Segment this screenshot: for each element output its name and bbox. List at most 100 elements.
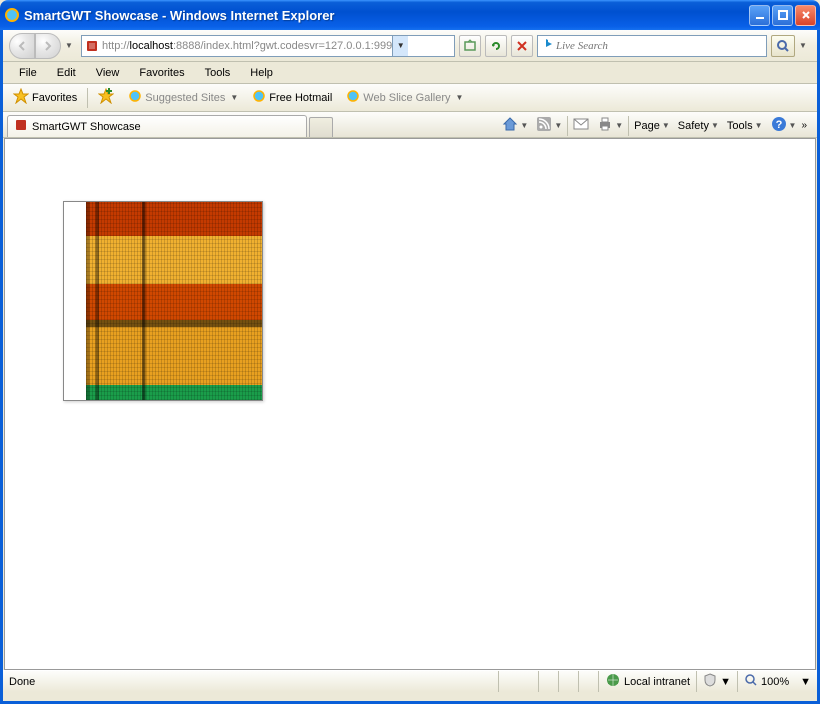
internet-zone-icon <box>605 672 621 691</box>
page-menu-button[interactable]: Page ▼ <box>631 118 673 134</box>
zoom-level: 100% <box>761 676 789 688</box>
favorites-button[interactable]: Favorites <box>9 86 81 109</box>
refresh-button[interactable] <box>485 35 507 57</box>
rss-icon <box>536 116 552 135</box>
print-button[interactable]: ▼ <box>594 114 626 137</box>
home-button[interactable]: ▼ <box>499 114 531 137</box>
menu-file[interactable]: File <box>11 65 45 81</box>
image-frame[interactable] <box>63 201 263 401</box>
page-icon <box>84 38 100 54</box>
minimize-button[interactable] <box>749 5 770 26</box>
status-progress <box>498 671 538 692</box>
bing-icon <box>542 37 556 54</box>
chevron-down-icon: ▼ <box>711 121 719 130</box>
browser-tab[interactable]: SmartGWT Showcase <box>7 115 307 137</box>
address-dropdown[interactable]: ▼ <box>392 36 408 56</box>
tools-menu-button[interactable]: Tools ▼ <box>724 118 766 134</box>
nav-history-dropdown[interactable]: ▼ <box>65 41 77 50</box>
menu-tools[interactable]: Tools <box>197 65 239 81</box>
free-hotmail-link[interactable]: Free Hotmail <box>248 87 336 108</box>
url-scheme: http:// <box>102 40 130 52</box>
ie-page-icon <box>128 89 142 106</box>
printer-icon <box>597 116 613 135</box>
navigation-bar: ▼ http://localhost:8888/index.html?gwt.c… <box>3 30 817 62</box>
safety-menu-button[interactable]: Safety ▼ <box>675 118 722 134</box>
url-host: localhost <box>130 40 173 52</box>
magnifier-icon <box>744 673 758 690</box>
ie-page-icon <box>346 89 360 106</box>
forward-button[interactable] <box>35 33 61 59</box>
tools-menu-label: Tools <box>727 120 753 132</box>
back-button[interactable] <box>9 33 35 59</box>
stop-button[interactable] <box>511 35 533 57</box>
web-slice-gallery-link[interactable]: Web Slice Gallery ▼ <box>342 87 467 108</box>
status-text: Done <box>3 671 498 692</box>
svg-text:?: ? <box>775 119 782 131</box>
safety-menu-label: Safety <box>678 120 709 132</box>
suggested-sites-label: Suggested Sites <box>145 92 225 104</box>
menu-favorites[interactable]: Favorites <box>131 65 192 81</box>
ie-logo-icon <box>4 7 20 23</box>
help-button[interactable]: ? ▼ <box>768 114 800 137</box>
suggested-sites-link[interactable]: Suggested Sites ▼ <box>124 87 242 108</box>
read-mail-button[interactable] <box>570 115 592 136</box>
address-bar[interactable]: http://localhost:8888/index.html?gwt.cod… <box>81 35 455 57</box>
menu-edit[interactable]: Edit <box>49 65 84 81</box>
favorites-label: Favorites <box>32 92 77 104</box>
favorites-bar: Favorites Suggested Sites ▼ Free Hotmail… <box>3 84 817 112</box>
search-provider-dropdown[interactable]: ▼ <box>799 41 811 50</box>
protected-mode-button[interactable]: ▼ <box>696 671 737 692</box>
menu-bar: File Edit View Favorites Tools Help <box>3 62 817 84</box>
help-icon: ? <box>771 116 787 135</box>
separator <box>567 116 568 136</box>
chevron-down-icon: ▼ <box>455 93 463 102</box>
separator <box>87 88 88 108</box>
tab-bar: SmartGWT Showcase ▼ ▼ ▼ Page ▼ Safety ▼ <box>3 112 817 138</box>
star-icon <box>13 88 29 107</box>
star-plus-icon <box>98 88 114 107</box>
chevron-down-icon: ▼ <box>662 121 670 130</box>
search-bar[interactable] <box>537 35 767 57</box>
add-to-favorites-bar-button[interactable] <box>94 86 118 109</box>
chevron-down-icon: ▼ <box>520 121 528 130</box>
menu-view[interactable]: View <box>88 65 128 81</box>
ie-page-icon <box>252 89 266 106</box>
search-go-button[interactable] <box>771 35 795 57</box>
separator <box>628 116 629 136</box>
home-icon <box>502 116 518 135</box>
status-cell <box>538 671 558 692</box>
chevron-down-icon: ▼ <box>554 121 562 130</box>
status-bar: Done Local intranet ▼ 100% ▼ <box>3 670 817 692</box>
chevron-down-icon: ▼ <box>615 121 623 130</box>
status-cell <box>578 671 598 692</box>
chevron-down-icon: ▼ <box>800 676 811 688</box>
window-title: SmartGWT Showcase - Windows Internet Exp… <box>24 8 749 23</box>
hotmail-label: Free Hotmail <box>269 92 332 104</box>
zoom-control[interactable]: 100% ▼ <box>737 671 817 692</box>
shield-icon <box>703 673 717 690</box>
toolbar-overflow-button[interactable]: » <box>801 120 807 131</box>
page-content <box>4 138 816 670</box>
chevron-down-icon: ▼ <box>755 121 763 130</box>
tab-page-icon <box>14 118 28 135</box>
close-button[interactable] <box>795 5 816 26</box>
chevron-down-icon: ▼ <box>230 93 238 102</box>
chevron-down-icon: ▼ <box>789 121 797 130</box>
security-zone[interactable]: Local intranet <box>598 671 696 692</box>
compat-view-button[interactable] <box>459 35 481 57</box>
new-tab-button[interactable] <box>309 117 333 137</box>
url-path: :8888/index.html?gwt.codesvr=127.0.0.1:9… <box>173 40 392 52</box>
maximize-button[interactable] <box>772 5 793 26</box>
status-cell <box>558 671 578 692</box>
webslice-label: Web Slice Gallery <box>363 92 450 104</box>
feeds-button[interactable]: ▼ <box>533 114 565 137</box>
tab-title: SmartGWT Showcase <box>32 121 141 133</box>
page-menu-label: Page <box>634 120 660 132</box>
window-titlebar: SmartGWT Showcase - Windows Internet Exp… <box>0 0 820 30</box>
menu-help[interactable]: Help <box>242 65 281 81</box>
zone-label: Local intranet <box>624 676 690 688</box>
chevron-down-icon: ▼ <box>720 676 731 688</box>
cpu-die-image <box>86 201 263 401</box>
mail-icon <box>573 117 589 134</box>
search-input[interactable] <box>556 40 762 52</box>
